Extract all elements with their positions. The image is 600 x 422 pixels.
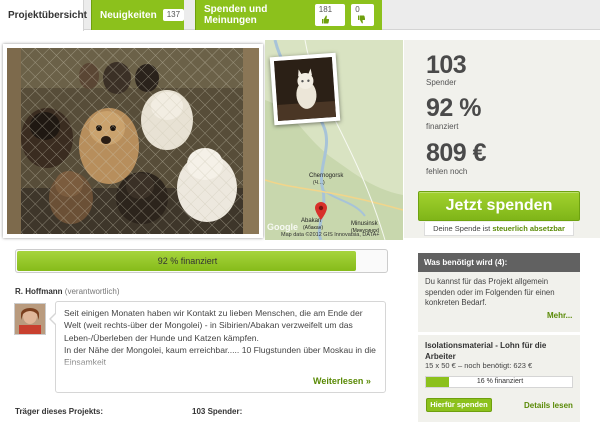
read-more-link[interactable]: Weiterlesen »: [313, 376, 371, 386]
need-item-meta: 15 x 50 € – noch benötigt: 623 €: [425, 361, 533, 370]
donors-label: Spender: [426, 78, 457, 87]
tax-deductible-note: Deine Spende ist steuerlich absetzbar: [424, 222, 574, 236]
dogs-behind-fence-image: [7, 48, 259, 234]
avatar-image: [15, 304, 45, 334]
cat-image: [273, 57, 337, 121]
dislikes-count: 0: [355, 5, 360, 14]
map-place-minusinsk: Minusinsk: [351, 221, 378, 227]
need-item-title: Isolationsmaterial - Lohn für die Arbeit…: [425, 341, 547, 361]
tab-project-overview[interactable]: Projektübersicht: [0, 0, 87, 31]
map-photo-thumbnail[interactable]: [269, 52, 341, 126]
news-count-badge: 137: [162, 9, 185, 21]
likes-count: 181: [318, 5, 333, 14]
needs-header: Was benötigt wird (4):: [418, 253, 580, 272]
tab-project-overview-label: Projektübersicht: [8, 10, 87, 21]
funded-label: finanziert: [426, 122, 459, 131]
needs-more-link[interactable]: Mehr...: [547, 311, 572, 320]
tax-deductible-link[interactable]: steuerlich absetzbar: [492, 224, 565, 233]
missing-label: fehlen noch: [426, 167, 468, 176]
thumbs-up-icon: [321, 15, 329, 24]
need-item-progress-bar: 16 % finanziert: [425, 376, 573, 388]
tab-donations-label: Spenden und Meinungen: [204, 4, 268, 26]
google-logo: Google: [267, 222, 298, 232]
project-owner: R. Hoffmann (verantwortlich): [15, 287, 119, 296]
missing-amount: 809 €: [426, 139, 487, 167]
double-chevron-down-icon: »: [365, 376, 371, 386]
description-fade: [56, 356, 385, 372]
map-place-chernogorsk: Chernogorsk: [309, 173, 344, 179]
donors-section-title: 103 Spender:: [192, 407, 243, 416]
tax-note-prefix: Deine Spende ist: [433, 224, 493, 233]
tab-bar: Projektübersicht Neuigkeiten 137 Spenden…: [0, 0, 600, 31]
map-place-abakan-ru: (Абакан): [303, 225, 324, 231]
need-item-progress-label: 16 % finanziert: [476, 378, 524, 385]
tab-news[interactable]: Neuigkeiten 137: [91, 0, 185, 30]
donate-now-button[interactable]: Jetzt spenden: [418, 191, 580, 221]
donate-for-this-button[interactable]: Hierfür spenden: [426, 398, 492, 412]
cat-photo: [273, 57, 337, 121]
speech-bubble-arrow-inner: [51, 314, 56, 324]
project-photo[interactable]: [3, 44, 263, 238]
project-description-para1: Seit einigen Monaten haben wir Kontakt z…: [64, 308, 363, 343]
tab-donations-opinions[interactable]: Spenden und Meinungen 181 0: [195, 0, 382, 30]
funded-percent: 92 %: [426, 94, 481, 122]
donors-count: 103: [426, 51, 467, 79]
owner-role: (verantwortlich): [64, 287, 120, 296]
dislikes-badge: 0: [351, 4, 374, 26]
tab-news-label: Neuigkeiten: [100, 9, 157, 21]
thumbs-down-icon: [358, 15, 366, 24]
map-pin-icon: [315, 202, 327, 220]
map-copyright: Map data ©2012 GIS Innovatsia, DATA+: [281, 232, 380, 238]
owner-name[interactable]: R. Hoffmann: [15, 287, 63, 296]
project-owner-section-title: Träger dieses Projekts:: [15, 407, 104, 416]
read-more-label: Weiterlesen: [313, 376, 364, 386]
funding-progress-label: 92 % finanziert: [157, 256, 218, 266]
funding-progress-bar: 92 % finanziert: [15, 249, 388, 273]
needs-intro: Du kannst für das Projekt allgemein spen…: [425, 277, 555, 307]
likes-badge: 181: [314, 4, 346, 26]
map-place-chernogorsk-ru: (Ч…): [313, 180, 325, 186]
owner-avatar[interactable]: [14, 303, 46, 335]
read-details-link[interactable]: Details lesen: [524, 401, 573, 410]
